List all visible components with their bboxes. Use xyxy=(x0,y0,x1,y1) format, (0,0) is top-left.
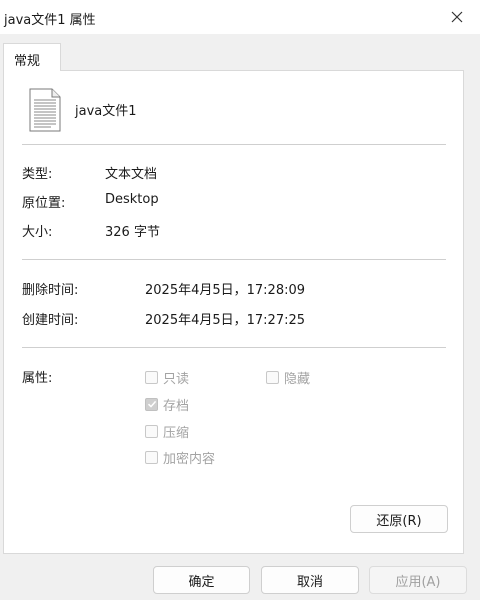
separator xyxy=(22,144,446,145)
attributes-label: 属性: xyxy=(22,371,53,386)
type-value: 文本文档 xyxy=(105,167,158,182)
ok-button[interactable]: 确定 xyxy=(153,566,250,594)
created-time-label: 创建时间: xyxy=(22,313,79,328)
apply-button[interactable]: 应用(A) xyxy=(369,566,467,594)
file-name: java文件1 xyxy=(75,104,137,119)
title-bar: java文件1 属性 xyxy=(0,0,480,34)
created-time-value: 2025年4月5日，17:27:25 xyxy=(145,313,306,328)
tab-general[interactable]: 常规 xyxy=(3,43,61,71)
size-value: 326 字节 xyxy=(105,225,160,240)
hidden-label: 隐藏 xyxy=(284,371,311,387)
checkbox-box xyxy=(145,450,158,464)
checkmark-icon xyxy=(147,400,156,408)
location-label: 原位置: xyxy=(22,196,66,211)
checkbox-box xyxy=(266,370,279,384)
text-document-icon xyxy=(29,88,61,132)
checkbox-box xyxy=(145,370,158,384)
cancel-button[interactable]: 取消 xyxy=(261,566,359,594)
deleted-time-label: 删除时间: xyxy=(22,283,79,298)
close-button[interactable] xyxy=(434,0,480,34)
separator xyxy=(22,259,446,260)
encrypt-checkbox[interactable]: 加密内容 xyxy=(145,448,216,467)
close-icon xyxy=(451,11,463,23)
location-value: Desktop xyxy=(105,192,159,207)
restore-button[interactable]: 还原(R) xyxy=(350,505,448,533)
size-label: 大小: xyxy=(22,225,53,240)
window-title: java文件1 属性 xyxy=(4,13,96,28)
archive-label: 存档 xyxy=(163,398,190,414)
readonly-checkbox[interactable]: 只读 xyxy=(145,368,190,387)
archive-checkbox[interactable]: 存档 xyxy=(145,395,190,414)
compress-label: 压缩 xyxy=(163,425,190,441)
separator xyxy=(22,347,446,348)
checkbox-box xyxy=(145,397,158,411)
readonly-label: 只读 xyxy=(163,371,190,387)
compress-checkbox[interactable]: 压缩 xyxy=(145,422,190,441)
deleted-time-value: 2025年4月5日，17:28:09 xyxy=(145,283,306,298)
checkbox-box xyxy=(145,424,158,438)
encrypt-label: 加密内容 xyxy=(163,451,216,467)
hidden-checkbox[interactable]: 隐藏 xyxy=(266,368,311,387)
general-panel: java文件1 类型: 文本文档 原位置: Desktop 大小: 326 字节… xyxy=(3,70,464,554)
type-label: 类型: xyxy=(22,167,53,182)
